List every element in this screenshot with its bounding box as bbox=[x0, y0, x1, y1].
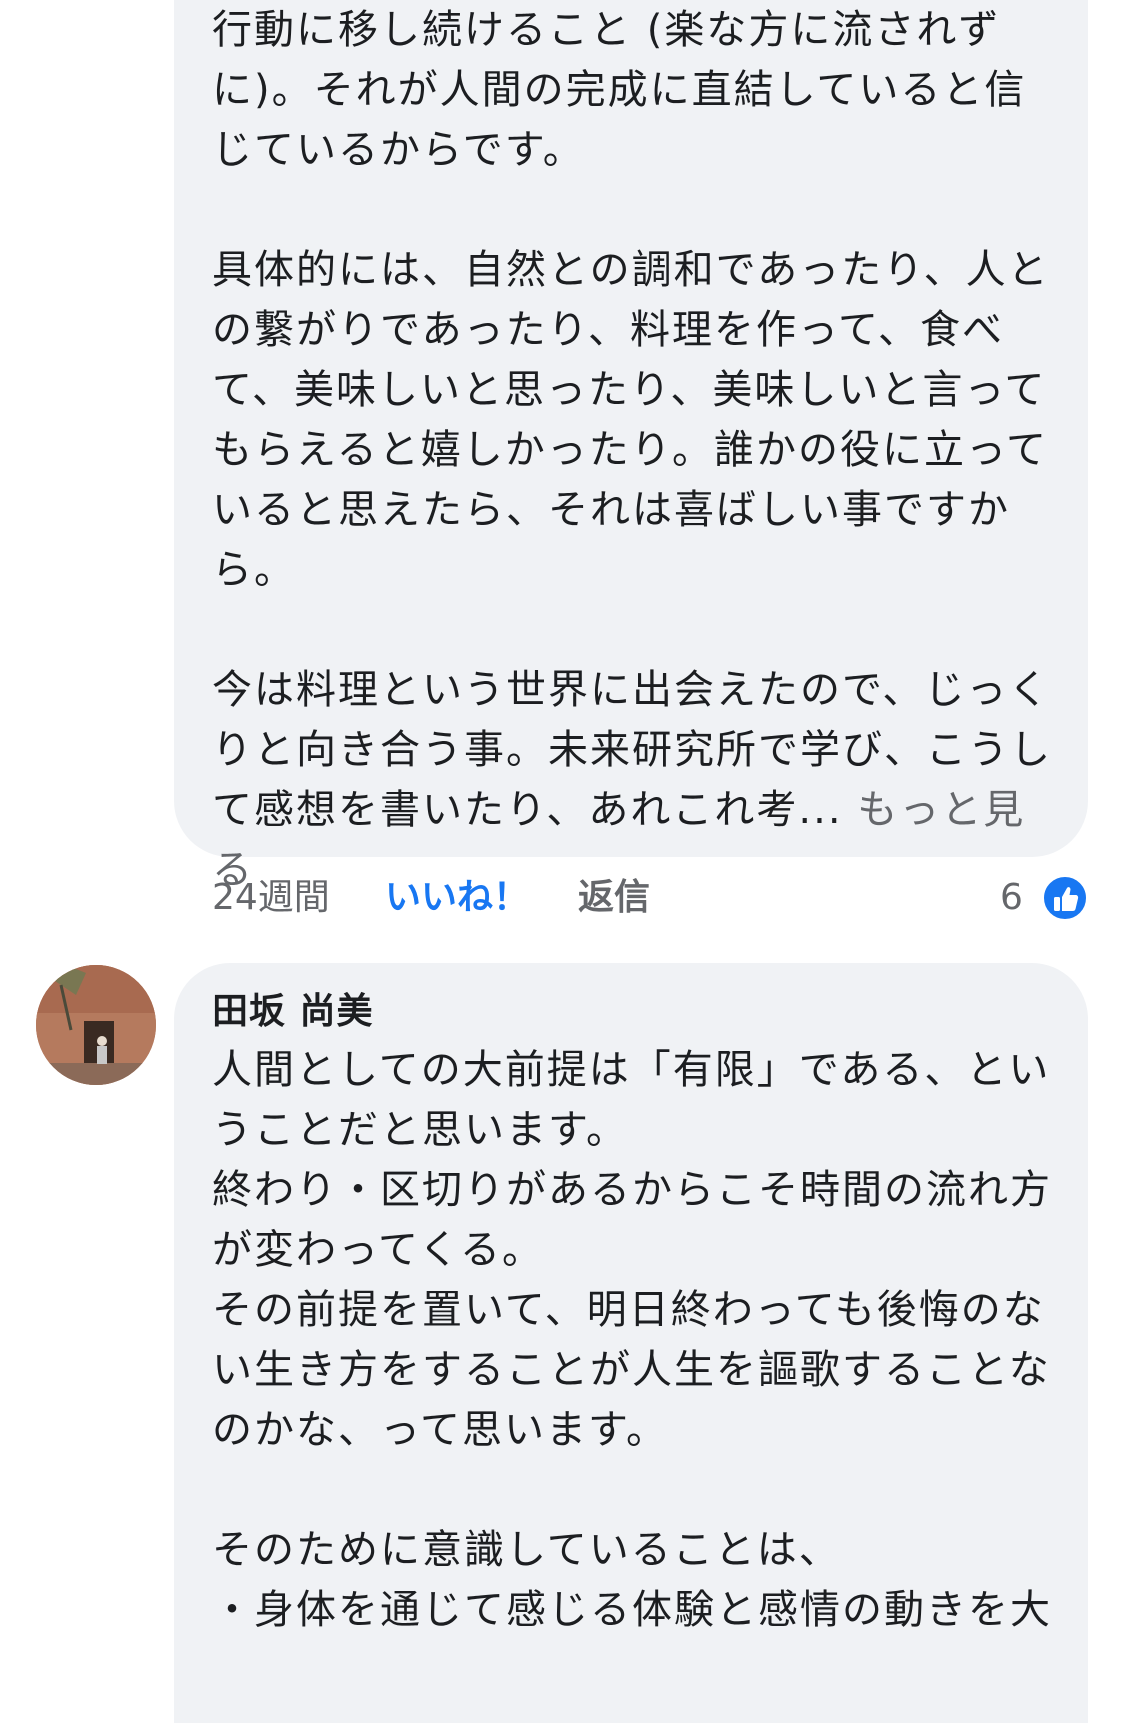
comment-author-name[interactable]: 田坂 尚美 bbox=[212, 990, 374, 1034]
thumbs-up-icon[interactable] bbox=[1041, 874, 1089, 922]
avatar[interactable] bbox=[36, 965, 156, 1085]
comment-paragraph: 人間としての大前提は「有限」である、ということだと思います。 終わり・区切りがあ… bbox=[212, 1047, 1052, 1453]
comment-timestamp[interactable]: 24週間 bbox=[212, 868, 330, 928]
reply-button[interactable]: 返信 bbox=[578, 868, 650, 928]
comment-text: 行動に移し続けること (楽な方に流されずに)。それが人間の完成に直結していると信… bbox=[212, 0, 1062, 900]
comment-paragraph: 具体的には、自然との調和であったり、人との繋がりであったり、料理を作って、食べて… bbox=[212, 247, 1050, 593]
comment-text: 人間としての大前提は「有限」である、ということだと思います。 終わり・区切りがあ… bbox=[212, 1040, 1062, 1640]
comment-paragraph: 行動に移し続けること (楽な方に流されずに)。それが人間の完成に直結していると信… bbox=[212, 7, 1027, 173]
comment-paragraph: そのために意識していることは、 ・身体を通じて感じる体験と感情の動きを大 bbox=[212, 1527, 1052, 1633]
comment-actions: 24週間 いいね！ 返信 6 bbox=[0, 868, 1125, 928]
reaction-count[interactable]: 6 bbox=[1000, 868, 1023, 928]
like-button[interactable]: いいね！ bbox=[385, 868, 529, 928]
comment-paragraph: 今は料理という世界に出会えたので、じっくりと向き合う事。未来研究所で学び、こうし… bbox=[212, 660, 1062, 900]
